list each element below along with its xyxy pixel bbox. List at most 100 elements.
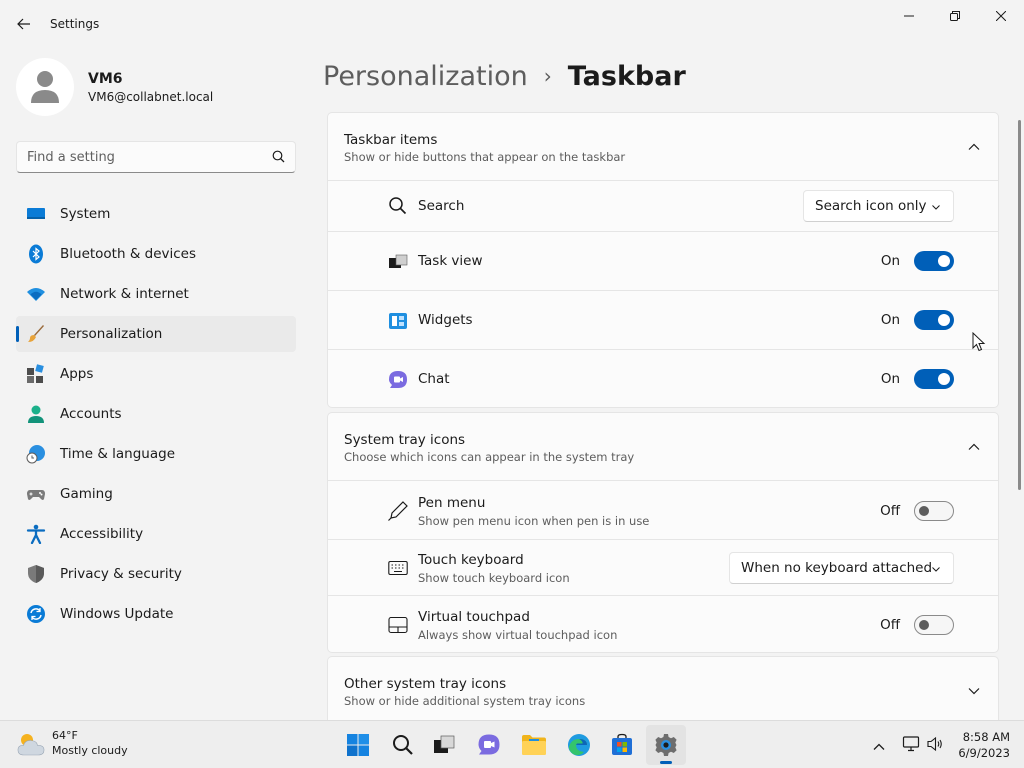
pen-menu-row: Pen menu Show pen menu icon when pen is … — [328, 480, 998, 539]
app-title: Settings — [50, 17, 100, 31]
minimize-button[interactable] — [886, 4, 932, 28]
sidebar-item-apps[interactable]: Apps — [16, 356, 296, 392]
sidebar-item-label: Windows Update — [60, 606, 174, 622]
task-view-toggle[interactable] — [914, 251, 954, 271]
close-button[interactable] — [978, 4, 1024, 28]
main-scrollbar[interactable] — [1018, 120, 1021, 490]
show-hidden-icons-button[interactable] — [872, 738, 886, 757]
pen-menu-toggle[interactable] — [914, 501, 954, 521]
sidebar-item-system[interactable]: System — [16, 196, 296, 232]
search-icon — [389, 197, 407, 215]
gear-icon — [655, 734, 677, 756]
chevron-down-icon — [932, 567, 940, 572]
weather-widget[interactable]: 64°F Mostly cloudy — [16, 729, 128, 758]
bluetooth-icon — [29, 244, 43, 264]
brush-icon — [28, 325, 44, 342]
clock[interactable]: 8:58 AM 6/9/2023 — [958, 729, 1010, 761]
clock-date: 6/9/2023 — [958, 746, 1010, 760]
sidebar-item-network[interactable]: Network & internet — [16, 276, 296, 312]
chat-icon — [478, 734, 500, 755]
search-input[interactable] — [27, 148, 257, 166]
sidebar-item-windows-update[interactable]: Windows Update — [16, 596, 296, 632]
file-explorer-button[interactable] — [514, 725, 554, 765]
section-title: Other system tray icons — [344, 676, 507, 692]
volume-button[interactable] — [926, 735, 944, 757]
keyboard-icon — [388, 560, 408, 576]
monitor-icon — [27, 208, 45, 219]
settings-search[interactable] — [16, 141, 296, 173]
sidebar-nav: System Bluetooth & devices Network & int… — [16, 196, 296, 636]
search-display-dropdown[interactable]: Search icon only — [803, 190, 954, 222]
sidebar-item-bluetooth[interactable]: Bluetooth & devices — [16, 236, 296, 272]
start-button[interactable] — [338, 725, 378, 765]
breadcrumb-parent[interactable]: Personalization — [323, 61, 528, 92]
chat-row: Chat On — [328, 349, 998, 407]
weather-temperature: 64°F — [52, 729, 78, 742]
touch-keyboard-dropdown[interactable]: When no keyboard attached — [729, 552, 954, 584]
back-button[interactable] — [12, 12, 36, 36]
sidebar-item-accounts[interactable]: Accounts — [16, 396, 296, 432]
virtual-touchpad-description: Always show virtual touchpad icon — [418, 628, 618, 642]
search-icon — [393, 735, 413, 755]
title-bar: Settings — [0, 0, 1024, 48]
taskbar-items-header[interactable]: Taskbar items Show or hide buttons that … — [328, 113, 998, 180]
speaker-icon — [927, 736, 942, 752]
chevron-down-icon[interactable] — [966, 683, 982, 699]
chat-toggle[interactable] — [914, 369, 954, 389]
update-icon — [27, 605, 45, 623]
section-subtitle: Show or hide additional system tray icon… — [344, 694, 586, 708]
apps-icon — [27, 364, 44, 383]
task-view-label: Task view — [418, 253, 483, 269]
widgets-toggle[interactable] — [914, 310, 954, 330]
chevron-up-icon — [873, 743, 885, 750]
microsoft-store-button[interactable] — [602, 725, 642, 765]
folder-icon — [522, 735, 546, 755]
chat-state: On — [880, 371, 900, 387]
widgets-label: Widgets — [418, 312, 473, 328]
store-icon — [612, 733, 632, 755]
edge-browser-button[interactable] — [559, 725, 599, 765]
user-profile[interactable]: VM6 VM6@collabnet.local — [16, 58, 213, 116]
sidebar-item-label: Bluetooth & devices — [60, 246, 197, 262]
task-view-button[interactable] — [424, 725, 464, 765]
sidebar-item-privacy[interactable]: Privacy & security — [16, 556, 296, 592]
dropdown-value: Search icon only — [815, 198, 927, 214]
sidebar-item-time-language[interactable]: Time & language — [16, 436, 296, 472]
mouse-cursor-icon — [972, 332, 986, 352]
network-status-button[interactable] — [902, 735, 920, 757]
profile-name: VM6 — [88, 71, 123, 87]
chat-icon — [389, 371, 407, 388]
virtual-touchpad-label: Virtual touchpad — [418, 609, 530, 625]
widgets-icon — [389, 313, 407, 329]
sidebar-item-personalization[interactable]: Personalization — [16, 316, 296, 352]
virtual-touchpad-row: Virtual touchpad Always show virtual tou… — [328, 595, 998, 652]
pen-menu-label: Pen menu — [418, 495, 486, 511]
sidebar-item-gaming[interactable]: Gaming — [16, 476, 296, 512]
windows-taskbar: 64°F Mostly cloudy 8:58 AM 6/9/2023 — [0, 720, 1024, 768]
task-view-state: On — [880, 253, 900, 269]
settings-app-button[interactable] — [646, 725, 686, 765]
sidebar-item-label: Privacy & security — [60, 566, 182, 582]
person-placeholder-icon — [31, 71, 59, 103]
widgets-state: On — [880, 312, 900, 328]
search-icon[interactable] — [272, 150, 285, 163]
task-view-icon — [434, 735, 455, 753]
touchpad-icon — [388, 616, 408, 634]
pen-menu-state: Off — [880, 503, 900, 519]
virtual-touchpad-toggle[interactable] — [914, 615, 954, 635]
chevron-up-icon[interactable] — [966, 439, 982, 455]
sidebar-item-accessibility[interactable]: Accessibility — [16, 516, 296, 552]
network-icon — [902, 736, 920, 752]
system-tray-header[interactable]: System tray icons Choose which icons can… — [328, 413, 998, 480]
touch-keyboard-label: Touch keyboard — [418, 552, 524, 568]
sidebar-item-label: Gaming — [60, 486, 113, 502]
gamepad-icon — [27, 490, 45, 500]
task-view-icon — [389, 254, 408, 268]
page-title: Taskbar — [567, 60, 686, 92]
restore-button[interactable] — [932, 4, 978, 28]
other-tray-section[interactable]: Other system tray icons Show or hide add… — [327, 656, 999, 720]
chat-button[interactable] — [469, 725, 509, 765]
taskbar-search-button[interactable] — [383, 725, 423, 765]
taskbar-items-section: Taskbar items Show or hide buttons that … — [327, 112, 999, 408]
chevron-up-icon[interactable] — [966, 139, 982, 155]
